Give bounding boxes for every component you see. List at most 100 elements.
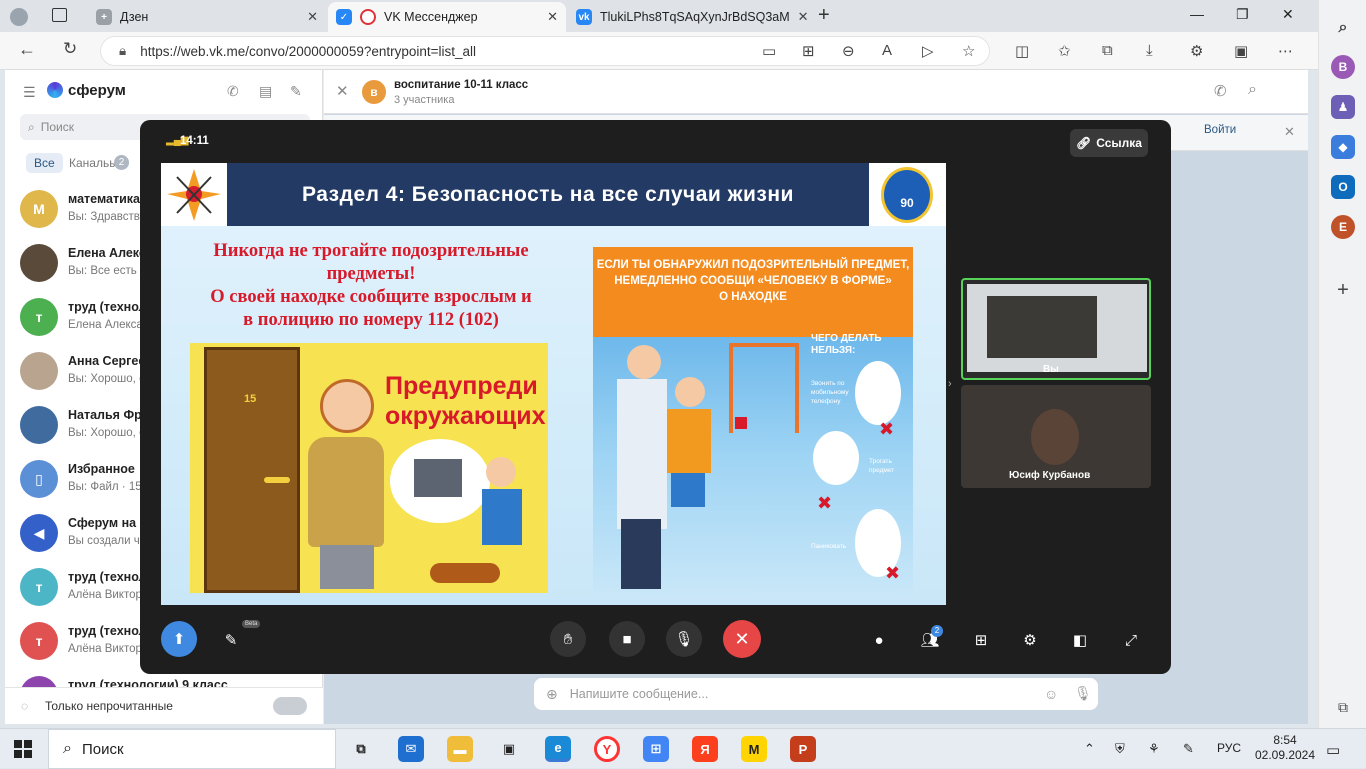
- collections-icon[interactable]: ⧉: [1102, 42, 1113, 59]
- close-icon[interactable]: ✕: [336, 82, 349, 100]
- message-input[interactable]: ⊕ Напишите сообщение... ☺ 🎙︎: [534, 678, 1098, 710]
- favorite-star-icon[interactable]: ☆: [962, 42, 975, 60]
- show-hidden-icons[interactable]: ⌃: [1084, 741, 1095, 757]
- collapse-arrow-icon[interactable]: ›: [948, 378, 952, 390]
- chat-button[interactable]: ●: [867, 628, 891, 652]
- warning-line-1: Никогда не трогайте подозрительные: [213, 241, 529, 261]
- network-icon[interactable]: ⚘: [1148, 741, 1160, 757]
- clock[interactable]: 8:54 02.09.2024: [1253, 733, 1317, 763]
- yandex-browser-icon[interactable]: Y: [594, 736, 620, 762]
- recording-icon: [360, 9, 376, 25]
- tab-title: TlukiLPhs8TqSAqXynJrBdSQ3aM: [600, 10, 790, 24]
- join-button[interactable]: Войти: [1204, 124, 1236, 136]
- new-tab-button[interactable]: +: [818, 4, 830, 27]
- mail-icon[interactable]: ✉: [398, 736, 424, 762]
- minimize-button[interactable]: —: [1190, 6, 1204, 22]
- tab-actions-icon[interactable]: [52, 8, 67, 22]
- end-call-button[interactable]: ✕: [723, 620, 761, 658]
- sidebar-settings-icon[interactable]: ⧉: [1331, 695, 1355, 719]
- search-icon[interactable]: ⌕: [1331, 16, 1355, 40]
- raise-hand-button[interactable]: ✋︎: [550, 621, 586, 657]
- extensions-icon[interactable]: ⚙: [1190, 42, 1203, 60]
- share-screen-button[interactable]: ⬆: [161, 621, 197, 657]
- call-icon[interactable]: ✆: [227, 83, 239, 100]
- favorites-icon[interactable]: ✩: [1058, 42, 1071, 60]
- store-icon[interactable]: ▣: [496, 736, 522, 762]
- close-window-button[interactable]: ✕: [1282, 6, 1294, 23]
- camera-icon[interactable]: ▭: [762, 42, 776, 60]
- compose-icon[interactable]: ✎: [290, 83, 302, 100]
- screen-share-slide: Раздел 4: Безопасность на все случаи жиз…: [161, 163, 946, 605]
- sidebar-app-e-icon[interactable]: E: [1331, 215, 1355, 239]
- tab-vk-messenger[interactable]: ✓ VK Мессенджер ✕: [328, 2, 566, 32]
- menu-icon[interactable]: ☰: [23, 84, 36, 101]
- filter-all[interactable]: Все: [26, 153, 63, 173]
- more-menu-icon[interactable]: ⋯: [1278, 42, 1293, 60]
- camera-button[interactable]: ■: [609, 621, 645, 657]
- profile-avatar[interactable]: [10, 8, 28, 26]
- warn-others-illustration: 15 Предупреди окружающих!: [190, 343, 548, 593]
- participant-tile[interactable]: Юсиф Курбанов: [961, 385, 1151, 488]
- fullscreen-button[interactable]: ⤢: [1119, 628, 1143, 652]
- add-sidebar-app-icon[interactable]: +: [1331, 278, 1355, 302]
- add-attachment-icon[interactable]: ⊕: [546, 686, 558, 703]
- edge-icon[interactable]: e: [545, 736, 571, 762]
- filter-channels[interactable]: Канальы: [69, 156, 118, 170]
- copilot-icon[interactable]: ◆: [1331, 135, 1355, 159]
- maximize-button[interactable]: ❐: [1236, 6, 1249, 23]
- man-body: [308, 437, 384, 547]
- link-button[interactable]: 🔗︎ Ссылка: [1070, 129, 1148, 157]
- emoji-icon[interactable]: ☺: [1044, 686, 1058, 702]
- unread-filter-bar: ◌ Только непрочитанные: [5, 687, 323, 724]
- sidebar-app-b-icon[interactable]: B: [1331, 55, 1355, 79]
- tab-file[interactable]: vk TlukiLPhs8TqSAqXynJrBdSQ3aM ✕: [568, 2, 809, 32]
- refresh-icon[interactable]: ↻: [63, 39, 77, 59]
- taskbar-search[interactable]: ⌕ Поиск: [48, 729, 336, 769]
- split-screen-icon[interactable]: ◫: [1015, 42, 1029, 60]
- microphone-icon[interactable]: 🎙︎: [1074, 685, 1092, 702]
- downloads-icon[interactable]: ⤓: [1146, 42, 1153, 59]
- close-icon[interactable]: ✕: [798, 9, 809, 25]
- microsoft-store-icon[interactable]: ⊞: [643, 736, 669, 762]
- read-aloud-icon[interactable]: A: [882, 42, 892, 59]
- immersive-reader-icon[interactable]: ▷: [922, 42, 934, 60]
- chat-name: Избранное: [68, 462, 135, 476]
- notifications-icon[interactable]: ▭: [1326, 741, 1340, 759]
- language-indicator[interactable]: РУС: [1217, 741, 1241, 755]
- yandex-icon[interactable]: Я: [692, 736, 718, 762]
- back-icon[interactable]: ←: [18, 39, 36, 60]
- address-input[interactable]: 🔒︎ https://web.vk.me/convo/2000000059?en…: [100, 36, 990, 66]
- unread-toggle[interactable]: [273, 697, 307, 715]
- apps-icon[interactable]: ⊞: [802, 42, 815, 60]
- microphone-button[interactable]: 🎙︎: [666, 621, 702, 657]
- outlook-icon[interactable]: O: [1331, 175, 1355, 199]
- search-icon[interactable]: ⌕: [1248, 81, 1257, 99]
- close-icon[interactable]: ✕: [307, 9, 318, 25]
- tab-dzen[interactable]: + Дзен ✕: [88, 2, 326, 32]
- close-icon[interactable]: ✕: [1284, 124, 1295, 140]
- yandex-music-icon[interactable]: M: [741, 736, 767, 762]
- close-icon[interactable]: ✕: [547, 9, 558, 25]
- search-icon: ⌕: [63, 740, 72, 757]
- chat-name: труд (технол: [68, 624, 147, 638]
- cannot-title: ЧЕГО ДЕЛАТЬ НЕЛЬЗЯ:: [811, 333, 882, 357]
- task-view-icon[interactable]: ⧉: [348, 736, 374, 762]
- security-icon[interactable]: ⛨: [1115, 741, 1125, 757]
- tab-title: Дзен: [120, 10, 149, 24]
- whiteboard-icon: ✎: [224, 632, 238, 649]
- tools-icon[interactable]: ♟: [1331, 95, 1355, 119]
- participant-tile-self[interactable]: Вы: [961, 278, 1151, 380]
- grid-view-button[interactable]: ⊞: [969, 628, 993, 652]
- settings-button[interactable]: ⚙: [1018, 628, 1042, 652]
- performance-icon[interactable]: ▣: [1234, 42, 1248, 60]
- windows-taskbar: ⌕ Поиск ⧉ ✉ ▬ ▣ e Y ⊞ Я M P ⌃ ⛨ ⚘ ✎ РУС …: [0, 728, 1366, 769]
- call-icon[interactable]: ✆: [1214, 82, 1227, 100]
- pen-icon[interactable]: ✎: [1183, 741, 1194, 757]
- whiteboard-button[interactable]: ✎: [219, 628, 243, 652]
- archive-icon[interactable]: ▤: [259, 83, 272, 100]
- zoom-icon[interactable]: ⊖: [842, 42, 855, 60]
- powerpoint-icon[interactable]: P: [790, 736, 816, 762]
- minimize-call-button[interactable]: ◧: [1068, 628, 1092, 652]
- file-explorer-icon[interactable]: ▬: [447, 736, 473, 762]
- start-button[interactable]: [14, 740, 32, 758]
